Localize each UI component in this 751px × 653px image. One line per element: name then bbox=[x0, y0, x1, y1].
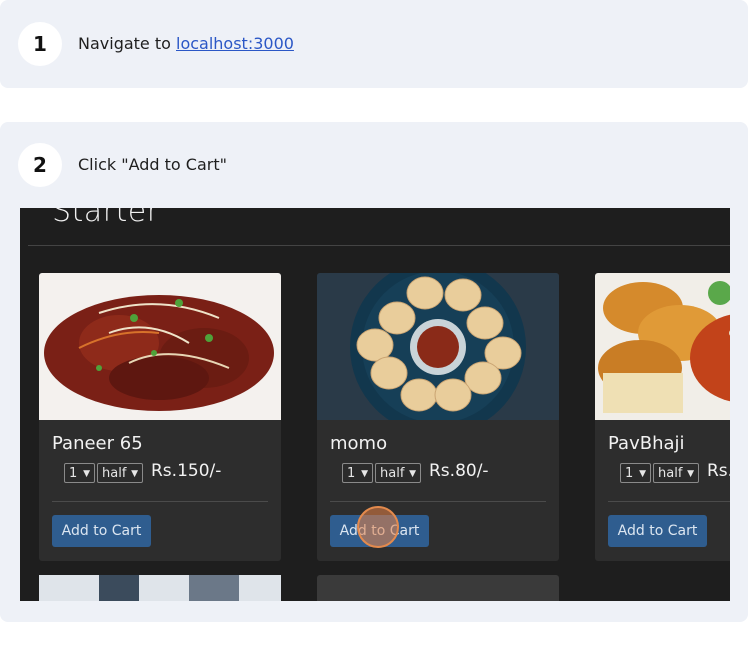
step-number: 1 bbox=[18, 22, 62, 66]
chevron-down-icon: ▼ bbox=[409, 469, 416, 479]
chevron-down-icon: ▼ bbox=[131, 469, 138, 479]
menu-card-next bbox=[39, 575, 281, 601]
chevron-down-icon: ▼ bbox=[687, 469, 694, 479]
quantity-value: 1 bbox=[347, 466, 356, 481]
portion-value: half bbox=[380, 466, 405, 481]
item-name: Paneer 65 bbox=[52, 433, 143, 454]
chevron-down-icon: ▼ bbox=[83, 469, 90, 479]
chevron-down-icon: ▼ bbox=[639, 469, 646, 479]
quantity-select[interactable]: 1 ▼ bbox=[64, 463, 95, 483]
section-title: Starter bbox=[52, 208, 160, 229]
step-1-panel: 1 Navigate to localhost:3000 bbox=[0, 0, 748, 88]
card-divider bbox=[608, 501, 730, 502]
portion-select[interactable]: half ▼ bbox=[375, 463, 421, 483]
item-price: Rs.1 bbox=[707, 461, 730, 481]
portion-select[interactable]: half ▼ bbox=[653, 463, 699, 483]
add-to-cart-button[interactable]: Add to Cart bbox=[608, 515, 707, 547]
click-marker bbox=[357, 506, 399, 548]
menu-card-paneer-65: Paneer 65 1 ▼ half ▼ Rs.150/- Add to Cart bbox=[39, 273, 281, 561]
quantity-select[interactable]: 1 ▼ bbox=[342, 463, 373, 483]
section-divider bbox=[28, 245, 730, 246]
menu-card-pavbhaji: PavBhaji 1▼ half▼ Rs.1 Add to Cart bbox=[595, 273, 730, 561]
step-number: 2 bbox=[18, 143, 62, 187]
card-divider bbox=[52, 501, 268, 502]
step-instruction: Navigate to localhost:3000 bbox=[78, 34, 294, 53]
chevron-down-icon: ▼ bbox=[361, 469, 368, 479]
step-text: Navigate to bbox=[78, 34, 176, 53]
add-to-cart-button[interactable]: Add to Cart bbox=[52, 515, 151, 547]
paneer-65-image bbox=[39, 273, 281, 420]
menu-card-momo: momo 1▼ half▼ Rs.80/- Add to Cart bbox=[317, 273, 559, 561]
step-instruction: Click "Add to Cart" bbox=[78, 155, 227, 174]
quantity-value: 1 bbox=[625, 466, 634, 481]
app-screenshot: Starter Paneer 65 1 ▼ half ▼ Rs.150/- Ad… bbox=[20, 208, 730, 601]
item-name: momo bbox=[330, 433, 388, 454]
item-price: Rs.80/- bbox=[429, 461, 489, 481]
quantity-select[interactable]: 1 ▼ bbox=[620, 463, 651, 483]
localhost-link[interactable]: localhost:3000 bbox=[176, 34, 294, 53]
momo-image bbox=[317, 273, 559, 420]
portion-value: half bbox=[102, 466, 127, 481]
menu-card-next bbox=[317, 575, 559, 601]
pavbhaji-image bbox=[595, 273, 730, 420]
card-divider bbox=[330, 501, 546, 502]
step-2-panel: 2 Click "Add to Cart" Starter Paneer 65 bbox=[0, 122, 748, 622]
portion-value: half bbox=[658, 466, 683, 481]
next-item-image bbox=[39, 575, 281, 601]
item-name: PavBhaji bbox=[608, 433, 685, 454]
quantity-value: 1 bbox=[69, 466, 78, 481]
portion-select[interactable]: half ▼ bbox=[97, 463, 143, 483]
item-price: Rs.150/- bbox=[151, 461, 222, 481]
